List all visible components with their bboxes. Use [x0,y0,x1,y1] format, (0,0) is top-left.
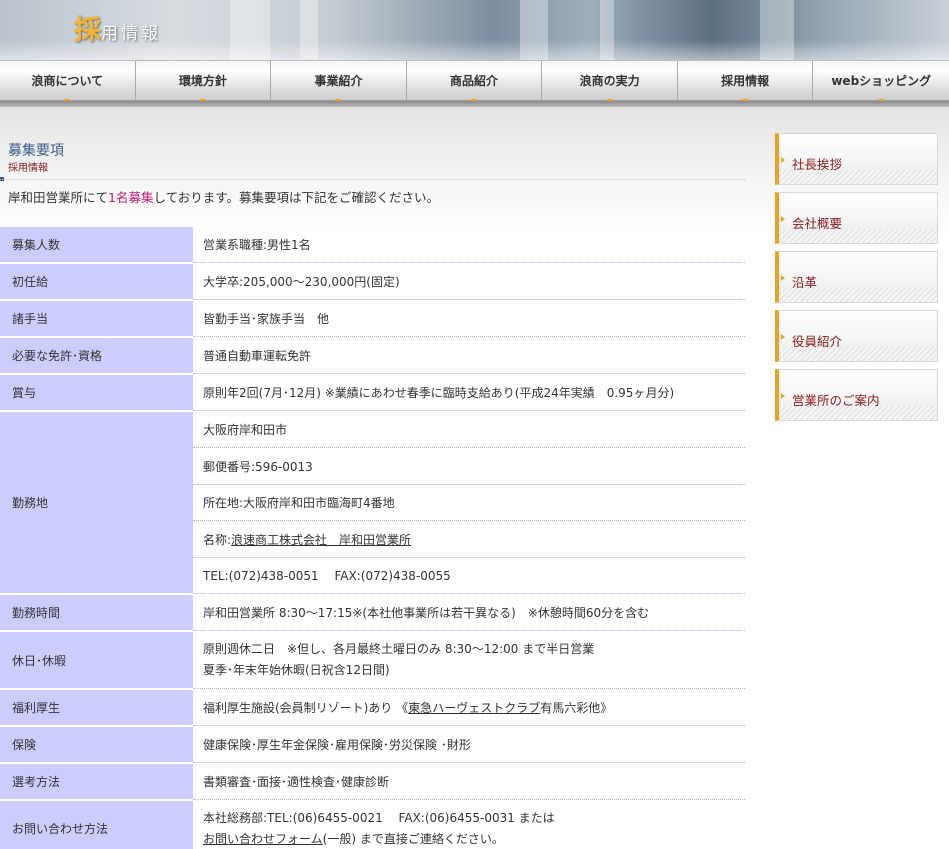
holidays-line-2: 夏季･年末年始休暇(日祝含12日間) [203,663,390,677]
row-label: 募集人数 [0,227,193,263]
table-row: お問い合わせ方法 本社総務部:TEL:(06)6455-0021 FAX:(06… [0,801,745,849]
sidebar-item-offices[interactable]: 営業所のご案内 [775,369,938,421]
row-value: 大学卒:205,000～230,000円(固定) [193,264,745,300]
nav-item-label: 採用情報 [721,74,770,88]
intro-text-highlight: 1名募集 [108,190,154,205]
header-banner: 採用情報 [0,0,949,60]
row-label: 選考方法 [0,764,193,800]
table-row: 賞与 原則年2回(7月･12月) ※業績にあわせ春季に臨時支給あり(平成24年実… [0,375,745,412]
workplace-city: 大阪府岸和田市 [193,412,745,448]
section-divider [0,179,745,180]
nav-item-label: 浪商の実力 [579,74,640,88]
row-label: 福利厚生 [0,690,193,726]
nav-item-label: 事業紹介 [314,74,363,88]
nav-item-recruit[interactable]: 採用情報 [678,61,814,102]
sidebar-item-stripe [779,406,937,420]
page-title-first-char: 採 [74,15,101,46]
section-subtitle: 採用情報 [8,163,48,174]
contact-line-2-after: (一般) まで直接ご連絡ください。 [322,831,504,846]
table-row: 必要な免許･資格 普通自動車運転免許 [0,338,745,375]
contact-form-link[interactable]: お問い合わせフォーム [203,832,323,846]
workplace-postal: 郵便番号:596-0013 [193,448,745,485]
workplace-name: 名称: 浪速商工株式会社 岸和田営業所 [193,521,745,558]
row-value: 書類審査･面接･適性検査･健康診断 [193,764,745,800]
sidebar-item-stripe [779,347,937,361]
row-label: 保険 [0,727,193,763]
page-title: 採用情報 [74,8,161,47]
sidebar-item-stripe [779,170,937,184]
arrow-right-icon [781,216,785,222]
nav-item-label: 浪商について [31,74,104,88]
table-row: 募集人数 営業系職種:男性1名 [0,227,745,264]
row-value: 営業系職種:男性1名 [193,227,745,263]
workplace-address: 所在地:大阪府岸和田市臨海町4番地 [193,485,745,521]
nav-item-shopping[interactable]: webショッピング [813,61,949,102]
row-label: 初任給 [0,264,193,300]
table-row: 選考方法 書類審査･面接･適性検査･健康診断 [0,764,745,801]
nav-item-about[interactable]: 浪商について [0,61,136,102]
table-row: 休日･休暇 原則週休二日 ※但し、各月最終土曜日のみ 8:30～12:00 まで… [0,632,745,690]
table-row: 諸手当 皆勤手当･家族手当 他 [0,301,745,338]
intro-text-before: 岸和田営業所にて [8,190,109,205]
row-label: 諸手当 [0,301,193,337]
nav-item-environment[interactable]: 環境方針 [136,61,272,102]
main-nav: 浪商について 環境方針 事業紹介 商品紹介 浪商の実力 採用情報 webショッピ… [0,60,949,102]
sidebar-item-history[interactable]: 沿革 [775,251,938,303]
row-value: 皆勤手当･家族手当 他 [193,301,745,337]
row-label: 休日･休暇 [0,632,193,689]
row-value: 原則週休二日 ※但し、各月最終土曜日のみ 8:30～12:00 まで半日営業 夏… [193,632,745,689]
section-title: 募集要項 [8,143,64,159]
row-value: 原則年2回(7月･12月) ※業績にあわせ春季に臨時支給あり(平成24年実績 0… [193,375,745,411]
page-title-rest: 用情報 [101,24,161,44]
workplace-name-prefix: 名称: [203,532,232,547]
resort-link[interactable]: 東急ハーヴェストクラブ [408,699,540,716]
table-row: 勤務地 大阪府岸和田市 郵便番号:596-0013 所在地:大阪府岸和田市臨海町… [0,412,745,595]
nav-item-products[interactable]: 商品紹介 [407,61,543,102]
row-value: 本社総務部:TEL:(06)6455-0021 FAX:(06)6455-003… [193,801,745,849]
nav-item-label: webショッピング [831,74,932,88]
holidays-line-1: 原則週休二日 ※但し、各月最終土曜日のみ 8:30～12:00 まで半日営業 [203,642,595,656]
arrow-right-icon [781,275,785,281]
row-label: 勤務地 [0,412,193,594]
intro-text: 岸和田営業所にて1名募集しております。募集要項は下記をご確認ください。 [8,187,439,206]
arrow-right-icon [781,334,785,340]
arrow-right-icon [781,393,785,399]
sidebar-item-stripe [779,288,937,302]
nav-item-strength[interactable]: 浪商の実力 [542,61,678,102]
row-label: お問い合わせ方法 [0,801,193,849]
table-row: 勤務時間 岸和田営業所 8:30～17:15※(本社他事業所は若干異なる) ※休… [0,595,745,632]
contact-line-1: 本社総務部:TEL:(06)6455-0021 FAX:(06)6455-003… [203,810,555,825]
welfare-text-after: 有馬六彩他》 [540,701,613,715]
contact-line-2: お問い合わせフォーム(一般) まで直接ご連絡ください。 [203,829,504,849]
arrow-right-icon [781,157,785,163]
row-value: 福利厚生施設(会員制リゾート)あり 《東急ハーヴェストクラブ 有馬六彩他》 [193,690,745,726]
sidebar-item-greeting[interactable]: 社長挨拶 [775,133,938,185]
row-value: 普通自動車運転免許 [193,338,745,374]
row-value: 岸和田営業所 8:30～17:15※(本社他事業所は若干異なる) ※休憩時間60… [193,595,745,631]
workplace-phone: TEL:(072)438-0051 FAX:(072)438-0055 [193,558,745,594]
sidebar-item-stripe [779,229,937,243]
row-label: 賞与 [0,375,193,411]
nav-item-label: 商品紹介 [450,74,499,88]
row-label: 必要な免許･資格 [0,338,193,374]
sidebar-item-officers[interactable]: 役員紹介 [775,310,938,362]
sidebar-item-company[interactable]: 会社概要 [775,192,938,244]
office-name-link[interactable]: 浪速商工株式会社 岸和田営業所 [231,531,411,548]
table-row: 保険 健康保険･厚生年金保険･雇用保険･労災保険 ･財形 [0,727,745,764]
welfare-text-before: 福利厚生施設(会員制リゾート)あり 《 [203,701,409,715]
nav-item-business[interactable]: 事業紹介 [271,61,407,102]
intro-text-after: しております。募集要項は下記をご確認ください。 [153,190,439,205]
table-row: 福利厚生 福利厚生施設(会員制リゾート)あり 《東急ハーヴェストクラブ 有馬六彩… [0,690,745,727]
row-value: 健康保険･厚生年金保険･雇用保険･労災保険 ･財形 [193,727,745,763]
nav-item-label: 環境方針 [178,74,227,88]
recruitment-table: 募集人数 営業系職種:男性1名 初任給 大学卒:205,000～230,000円… [0,227,745,849]
table-row: 初任給 大学卒:205,000～230,000円(固定) [0,264,745,301]
row-label: 勤務時間 [0,595,193,631]
